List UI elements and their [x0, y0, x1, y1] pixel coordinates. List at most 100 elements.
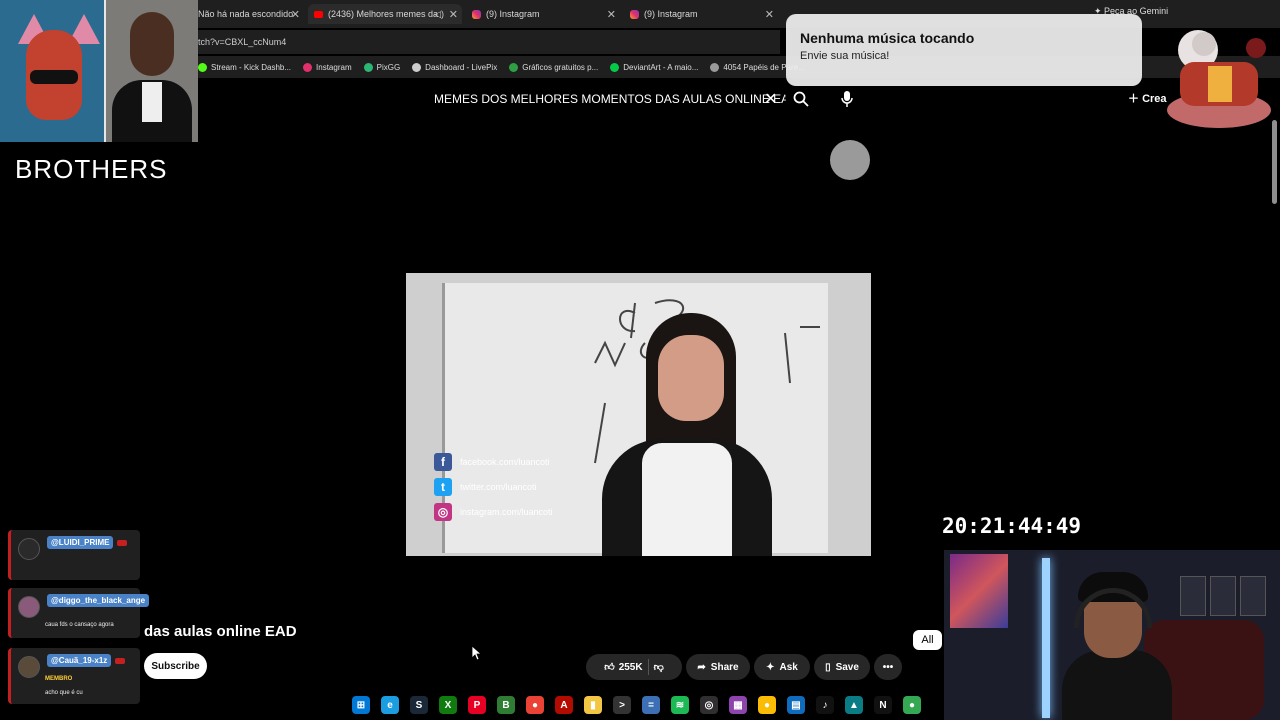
music-title: Nenhuma música tocando — [800, 30, 975, 46]
close-icon[interactable]: ✕ — [291, 8, 300, 21]
youtube-icon — [314, 10, 323, 18]
divider — [647, 659, 649, 675]
edge-icon[interactable]: e — [381, 696, 399, 714]
watermark-facebook-text: facebook.com/luancoti — [460, 457, 550, 467]
spotify-icon[interactable]: ≋ — [671, 696, 689, 714]
bookmark-graficos[interactable]: Gráficos gratuitos p... — [509, 62, 599, 72]
chat-username: @Cauã_19-x1z — [47, 654, 112, 667]
watermark-twitter: t twitter.com/luancoti — [434, 478, 537, 496]
app-gallery-icon[interactable]: ▦ — [729, 696, 747, 714]
loading-spinner — [830, 140, 870, 180]
mic-icon[interactable] — [840, 90, 854, 108]
pinterest-icon[interactable]: P — [468, 696, 486, 714]
bookmark-label: Stream - Kick Dashb... — [211, 62, 292, 72]
video-title: das aulas online EAD — [144, 623, 297, 640]
thumbs-up-icon: 👍︎ — [604, 662, 615, 673]
speaker-icon[interactable]: ◁) — [434, 9, 444, 20]
more-icon: ••• — [882, 661, 894, 673]
wall-frame — [1180, 576, 1206, 616]
bookmark-kick[interactable]: Stream - Kick Dashb... — [198, 62, 292, 72]
tab-2[interactable]: (2436) Melhores memes da ◁) ✕ — [308, 4, 462, 24]
avatar-shirt — [142, 82, 162, 122]
bookmark-instagram[interactable]: Instagram — [303, 62, 352, 72]
bookmark-label: DeviantArt - A maio... — [623, 62, 699, 72]
terminal-icon[interactable]: > — [613, 696, 631, 714]
video-player[interactable]: f facebook.com/luancoti t twitter.com/lu… — [406, 273, 871, 556]
close-icon[interactable]: ✕ — [765, 8, 774, 21]
watermark-instagram: ◎ instagram.com/luancoti — [434, 503, 553, 521]
tab-3[interactable]: (9) Instagram ✕ — [466, 4, 620, 24]
streamer-torso — [1062, 650, 1172, 720]
ask-button[interactable]: ✦ Ask — [754, 654, 810, 680]
close-icon[interactable]: ✕ — [449, 8, 458, 21]
tiktok-icon[interactable]: ♪ — [816, 696, 834, 714]
led-lamp — [1042, 558, 1050, 718]
obs-icon[interactable]: ◎ — [700, 696, 718, 714]
bookmark-pixgg[interactable]: PixGG — [363, 62, 401, 72]
calendar-icon[interactable]: ▤ — [787, 696, 805, 714]
watermark-twitter-text: twitter.com/luancoti — [460, 482, 537, 492]
ask-label: Ask — [779, 661, 798, 673]
watermark-facebook: f facebook.com/luancoti — [434, 453, 550, 471]
search-query: MEMES DOS MELHORES MOMENTOS DAS AULAS ON… — [434, 92, 786, 106]
close-icon[interactable]: ✕ — [607, 8, 616, 21]
bookmark-deviantart[interactable]: DeviantArt - A maio... — [610, 62, 699, 72]
folder-icon[interactable]: ▮ — [584, 696, 602, 714]
bookmark-icon — [198, 62, 207, 72]
chat-message: @Cauã_19-x1z MEMBRO acho que é cu — [8, 648, 140, 704]
search-icon[interactable] — [792, 90, 810, 108]
instagram-icon: ◎ — [434, 503, 452, 521]
chat-username: @LUIDI_PRIME — [47, 536, 114, 549]
share-button[interactable]: ➦ Share — [686, 654, 750, 680]
tab-3-title: (9) Instagram — [486, 9, 540, 19]
share-icon: ➦ — [697, 661, 706, 673]
windows-start-icon[interactable]: ⊞ — [352, 696, 370, 714]
url-text: tch?v=CBXL_ccNum4 — [198, 37, 287, 47]
chat-username: @diggo_the_black_ange — [47, 594, 150, 607]
chat-text: caua fds o cansaço agora — [45, 622, 114, 628]
chrome-third-icon[interactable]: ● — [903, 696, 921, 714]
tab-1[interactable]: Não há nada escondido ✕ — [192, 4, 304, 24]
bookmark-livepix[interactable]: Dashboard - LivePix — [412, 62, 497, 72]
youtube-badge-icon — [117, 540, 127, 546]
livepix-icon — [412, 62, 422, 72]
sparkle-icon: ✦ — [766, 661, 775, 673]
clear-icon[interactable]: ✕ — [764, 89, 777, 109]
chrome-alt-icon[interactable]: ● — [758, 696, 776, 714]
avatar-glasses — [30, 70, 78, 84]
subscribe-button[interactable]: Subscribe — [144, 653, 207, 679]
graficos-icon — [509, 62, 519, 72]
tab-4[interactable]: (9) Instagram ✕ — [624, 4, 778, 24]
teacher-apron — [642, 443, 732, 556]
bookmark-label: Gráficos gratuitos p... — [522, 62, 599, 72]
save-button[interactable]: ▯ Save — [814, 654, 870, 680]
instagram-icon — [472, 9, 481, 19]
xbox-icon[interactable]: X — [439, 696, 457, 714]
wall-frame — [1240, 576, 1266, 616]
bookmark-icon: ▯ — [825, 661, 831, 673]
chip-all[interactable]: All — [913, 630, 942, 650]
joker-poster — [950, 554, 1008, 628]
avatar — [18, 656, 40, 678]
watermark-instagram-text: instagram.com/luancoti — [460, 507, 553, 517]
acrobat-icon[interactable]: A — [555, 696, 573, 714]
kratos-character-image — [1167, 30, 1271, 128]
netflix-icon[interactable]: N — [874, 696, 892, 714]
taskbar: ⊞ e S X P B ● A ▮ > = ≋ ◎ ▦ ● ▤ ♪ ▲ N ● — [190, 690, 940, 720]
page-scrollbar[interactable] — [1272, 120, 1277, 204]
instagram-icon — [303, 62, 313, 72]
bookmark-label: PixGG — [376, 62, 401, 72]
more-button[interactable]: ••• — [874, 654, 902, 680]
chrome-icon[interactable]: ● — [526, 696, 544, 714]
photo-editor-icon[interactable]: ▲ — [845, 696, 863, 714]
avatar-head — [130, 12, 174, 76]
webcam-feed — [944, 550, 1280, 720]
search-input[interactable]: MEMES DOS MELHORES MOMENTOS DAS AULAS ON… — [424, 86, 786, 112]
like-button[interactable]: 👍︎ 255K — [604, 661, 642, 674]
mouse-cursor-icon — [471, 645, 481, 661]
app-b-icon[interactable]: B — [497, 696, 515, 714]
pixgg-icon — [363, 62, 373, 72]
steam-icon[interactable]: S — [410, 696, 428, 714]
calculator-icon[interactable]: = — [642, 696, 660, 714]
dislike-button[interactable]: 👎︎ — [654, 661, 664, 673]
